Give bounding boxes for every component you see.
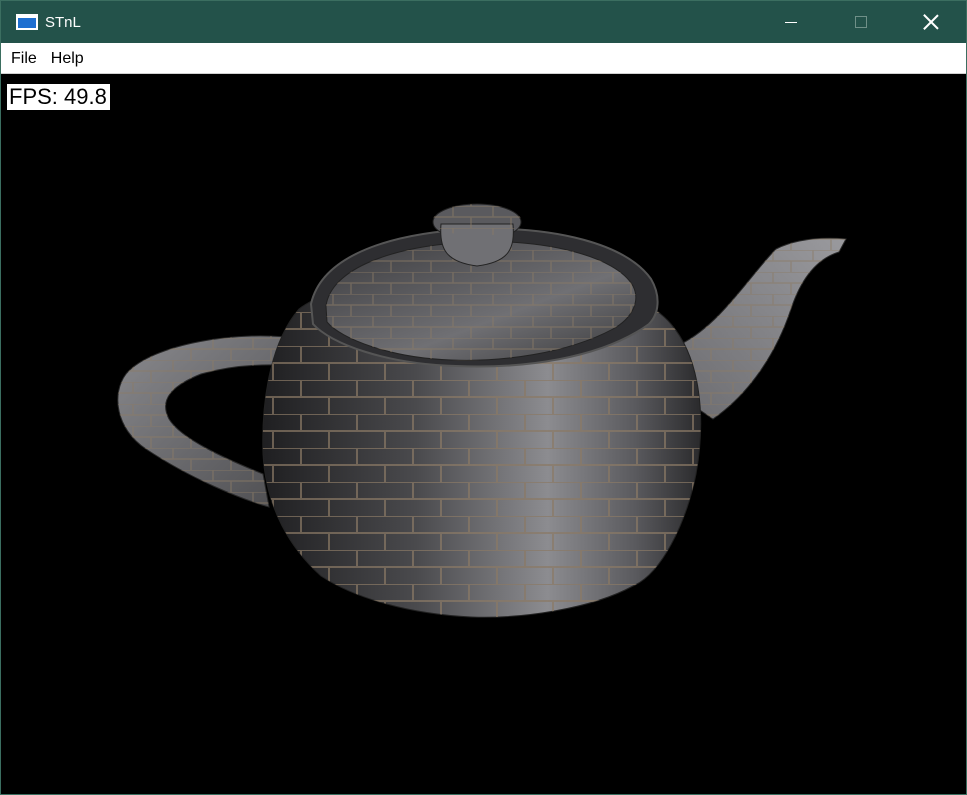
minimize-icon [785, 21, 797, 23]
menu-help[interactable]: Help [44, 43, 91, 74]
render-viewport[interactable]: FPS: 49.8 [1, 74, 966, 794]
close-icon [923, 14, 939, 30]
window-controls [756, 1, 966, 43]
app-window: STnL File Help FPS: 49.8 [0, 0, 967, 795]
fps-counter: FPS: 49.8 [7, 84, 110, 110]
close-button[interactable] [896, 1, 966, 43]
window-title: STnL [45, 13, 81, 31]
teapot-render [117, 203, 847, 618]
menu-bar: File Help [1, 43, 966, 74]
title-bar[interactable]: STnL [1, 1, 966, 43]
maximize-button[interactable] [826, 1, 896, 43]
minimize-button[interactable] [756, 1, 826, 43]
menu-file[interactable]: File [4, 43, 44, 74]
app-window-icon [16, 14, 38, 30]
maximize-icon [855, 16, 867, 28]
